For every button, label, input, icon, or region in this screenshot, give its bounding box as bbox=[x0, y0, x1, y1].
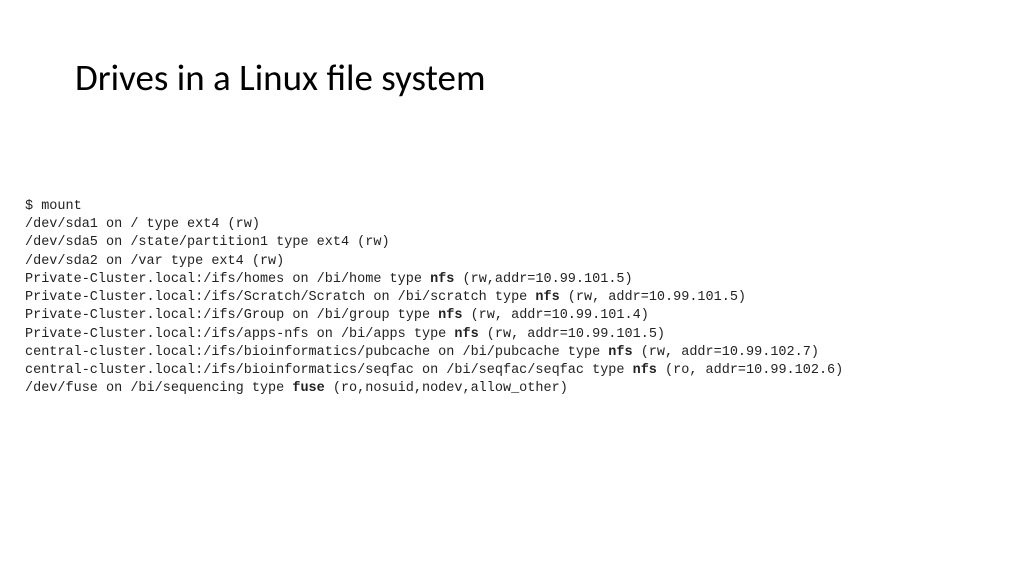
mount-line: Private-Cluster.local:/ifs/Group on /bi/… bbox=[25, 307, 843, 325]
mount-line: central-cluster.local:/ifs/bioinformatic… bbox=[25, 344, 843, 362]
terminal-prompt: $ mount bbox=[25, 198, 843, 216]
fs-type: nfs bbox=[608, 345, 632, 360]
fs-type: nfs bbox=[454, 327, 478, 342]
mount-line: Private-Cluster.local:/ifs/Scratch/Scrat… bbox=[25, 289, 843, 307]
mount-line: central-cluster.local:/ifs/bioinformatic… bbox=[25, 362, 843, 380]
slide: Drives in a Linux file system $ mount /d… bbox=[0, 0, 1024, 576]
mount-line: /dev/sda5 on /state/partition1 type ext4… bbox=[25, 234, 843, 252]
fs-type: fuse bbox=[292, 381, 324, 396]
mount-line: Private-Cluster.local:/ifs/homes on /bi/… bbox=[25, 271, 843, 289]
mount-lines: /dev/sda1 on / type ext4 (rw)/dev/sda5 o… bbox=[25, 216, 843, 398]
fs-type: nfs bbox=[535, 290, 559, 305]
fs-type: nfs bbox=[438, 308, 462, 323]
mount-line: /dev/sda2 on /var type ext4 (rw) bbox=[25, 253, 843, 271]
mount-line: /dev/sda1 on / type ext4 (rw) bbox=[25, 216, 843, 234]
terminal-output: $ mount /dev/sda1 on / type ext4 (rw)/de… bbox=[25, 198, 843, 398]
slide-title: Drives in a Linux file system bbox=[75, 55, 486, 100]
mount-line: Private-Cluster.local:/ifs/apps-nfs on /… bbox=[25, 326, 843, 344]
fs-type: nfs bbox=[633, 363, 657, 378]
fs-type: nfs bbox=[430, 272, 454, 287]
mount-line: /dev/fuse on /bi/sequencing type fuse (r… bbox=[25, 380, 843, 398]
